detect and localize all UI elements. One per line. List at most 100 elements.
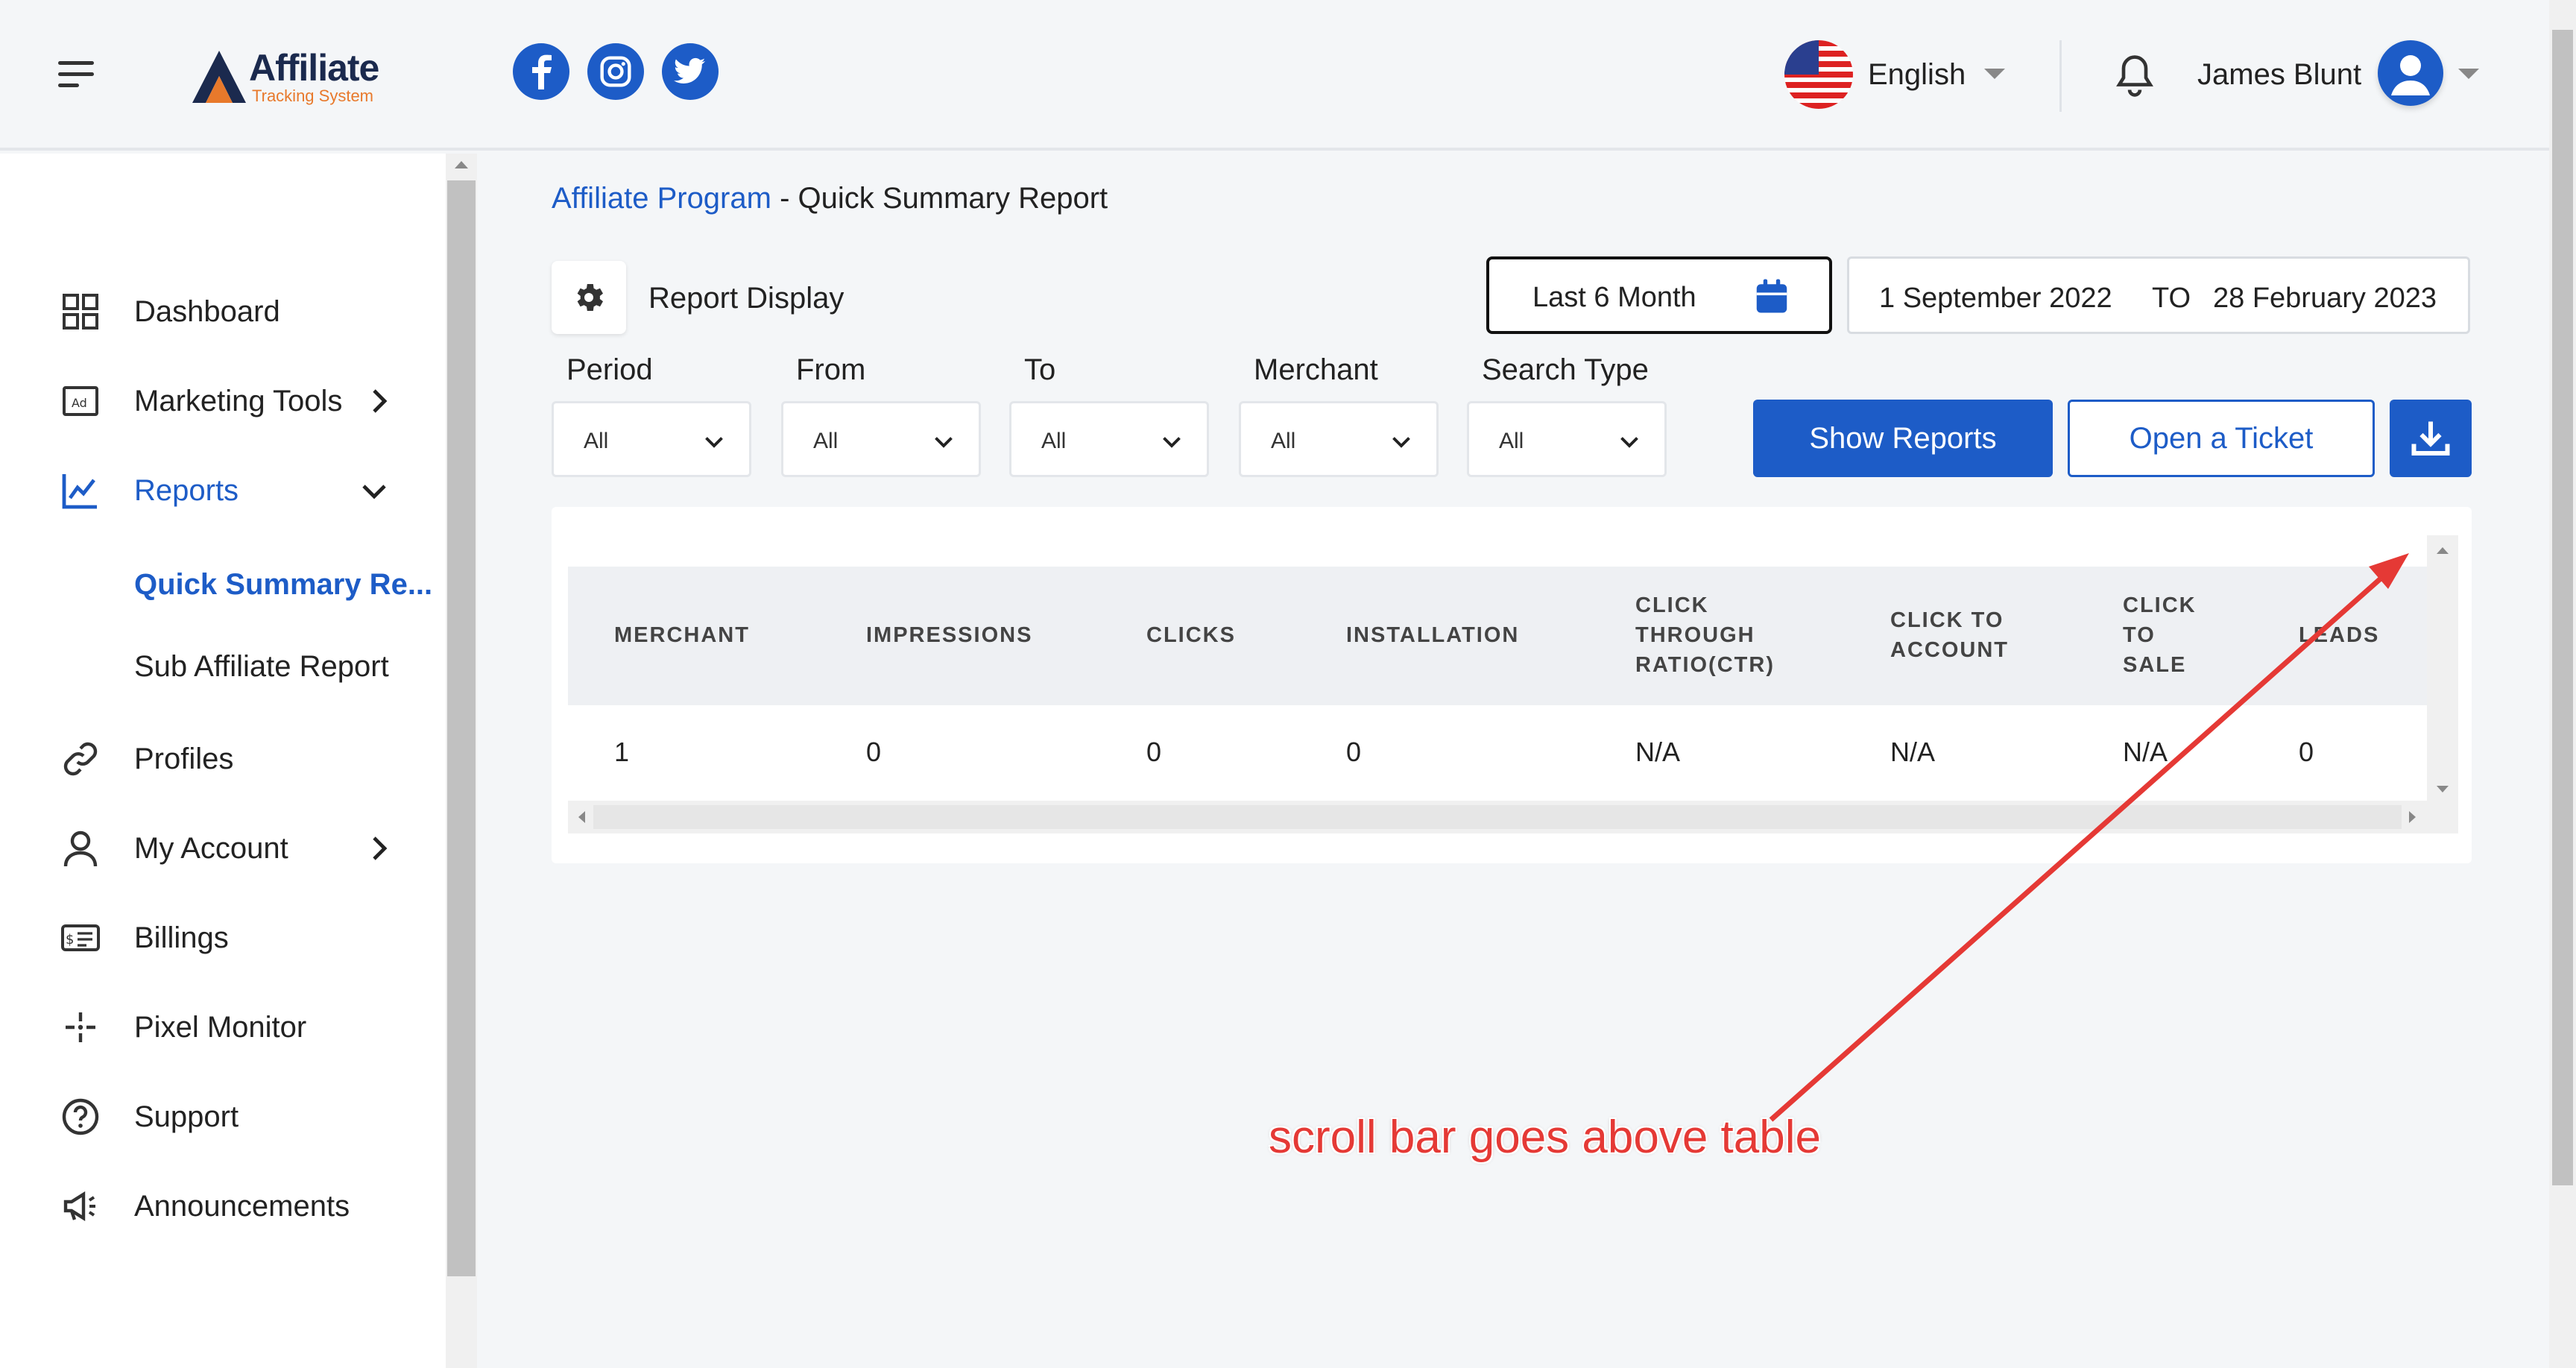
table-header: MERCHANT IMPRESSIONS CLICKS INSTALLATION… [568,567,2427,705]
scroll-down-arrow-icon[interactable] [2437,786,2449,792]
help-icon [62,1098,99,1135]
sidebar-subitem-quick-summary[interactable]: Quick Summary Re... [134,568,432,602]
app-logo[interactable]: Affiliate Tracking System [189,42,379,109]
top-header: Affiliate Tracking System English James … [0,0,2549,151]
link-icon [63,742,98,776]
sidebar-item-label: Reports [134,473,239,507]
filter-label-period: Period [566,353,653,386]
breadcrumb-link[interactable]: Affiliate Program [552,182,771,215]
user-menu-caret-icon[interactable] [2458,69,2479,79]
svg-text:$: $ [66,932,74,948]
scroll-up-arrow-icon[interactable] [2437,547,2449,554]
chevron-right-icon [373,389,388,413]
avatar[interactable] [2378,40,2443,106]
col-header-clicks: CLICKS [1146,623,1236,647]
ad-icon: Ad [63,386,98,416]
report-table-card: MERCHANT IMPRESSIONS CLICKS INSTALLATION… [552,507,2472,863]
from-select[interactable]: All [781,401,981,477]
sidebar-item-label: Pixel Monitor [134,1010,307,1044]
sidebar-scrollbar[interactable] [446,154,477,1368]
breadcrumb: Affiliate Program - Quick Summary Report [552,182,1108,215]
col-header-click-to-account: CLICK TO ACCOUNT [1890,608,2009,662]
language-selector[interactable]: English [1868,58,1966,92]
cell-leads: 0 [2299,737,2314,767]
chevron-down-icon [362,485,386,499]
billing-icon: $ [61,924,100,951]
sidebar-item-label: Billings [134,921,229,954]
table-horizontal-scrollbar[interactable] [568,801,2427,833]
show-reports-button[interactable]: Show Reports [1753,400,2053,477]
table-row: 1 0 0 0 N/A N/A N/A 0 [568,705,2427,801]
chevron-down-icon [705,437,723,448]
chevron-right-icon [373,836,388,860]
sidebar-item-support[interactable]: Support [0,1087,446,1147]
cell-clicks: 0 [1146,737,1162,767]
sidebar-item-reports[interactable]: Reports [0,461,446,520]
annotation-text: scroll bar goes above table [1269,1112,1822,1163]
to-select-value: All [1041,429,1067,453]
sidebar-subitem-sub-affiliate[interactable]: Sub Affiliate Report [134,650,389,684]
sidebar: Dashboard Ad Marketing Tools Reports Qui… [0,154,446,1368]
cell-merchant: 1 [614,737,630,767]
page-scrollbar-thumb[interactable] [2552,30,2573,1185]
table-horizontal-scrollbar-thumb[interactable] [593,805,2402,829]
cell-installation: 0 [1346,737,1362,767]
period-select-value: All [584,429,609,453]
col-header-ctr: CLICK THROUGH RATIO(CTR) [1635,593,1775,677]
menu-toggle-icon[interactable] [58,61,94,88]
report-settings-button[interactable] [552,261,626,334]
language-caret-icon[interactable] [1984,69,2005,79]
table-vertical-scrollbar[interactable] [2427,535,2458,833]
filter-label-to: To [1024,353,1056,386]
us-flag-icon[interactable] [1784,40,1853,109]
date-range-display: 1 September 2022 TO 28 February 2023 [1847,256,2470,334]
search-type-select[interactable]: All [1467,401,1667,477]
instagram-icon[interactable] [587,43,644,100]
twitter-icon[interactable] [662,43,719,100]
page-title: Quick Summary Report [798,182,1108,215]
sidebar-item-label: Dashboard [134,294,280,328]
sidebar-item-billings[interactable]: $ Billings [0,908,446,968]
megaphone-icon [63,1191,95,1221]
page-scrollbar[interactable] [2549,0,2576,1368]
scroll-right-arrow-icon[interactable] [2409,811,2416,823]
col-header-merchant: MERCHANT [614,623,750,647]
sidebar-item-profiles[interactable]: Profiles [0,729,446,789]
chevron-down-icon [1392,437,1410,448]
bell-icon[interactable] [2114,54,2156,98]
from-select-value: All [813,429,839,453]
sidebar-item-announcements[interactable]: Announcements [0,1176,446,1236]
date-to: 28 February 2023 [2213,283,2437,314]
logo-subtext: Tracking System [252,86,374,105]
header-divider [2059,40,2062,112]
user-name[interactable]: James Blunt [2197,58,2361,92]
sidebar-item-dashboard[interactable]: Dashboard [0,282,446,341]
sidebar-item-label: Support [134,1100,239,1133]
scroll-left-arrow-icon[interactable] [578,811,585,823]
calendar-icon [1756,279,1787,313]
filter-label-search-type: Search Type [1482,353,1649,386]
chart-line-icon [62,474,97,509]
breadcrumb-separator: - [771,182,798,215]
sidebar-item-my-account[interactable]: My Account [0,819,446,878]
open-ticket-button[interactable]: Open a Ticket [2068,400,2375,477]
sidebar-item-label: Marketing Tools [134,384,343,417]
merchant-select[interactable]: All [1239,401,1439,477]
scroll-up-arrow-icon[interactable] [455,161,468,168]
chevron-down-icon [1620,437,1638,448]
date-to-label: TO [2152,283,2191,314]
sidebar-item-pixel-monitor[interactable]: Pixel Monitor [0,997,446,1057]
to-select[interactable]: All [1009,401,1209,477]
report-display-label: Report Display [648,282,845,315]
facebook-icon[interactable] [513,43,569,100]
sidebar-item-marketing-tools[interactable]: Ad Marketing Tools [0,371,446,431]
period-select[interactable]: All [552,401,751,477]
chevron-down-icon [1163,437,1181,448]
sidebar-item-label: Profiles [134,742,234,775]
filter-label-merchant: Merchant [1254,353,1378,386]
period-picker-label: Last 6 Month [1532,282,1696,313]
download-button[interactable] [2390,400,2472,477]
period-picker-button[interactable]: Last 6 Month [1486,256,1832,334]
search-type-select-value: All [1499,429,1524,453]
sidebar-scrollbar-thumb[interactable] [447,180,476,1276]
